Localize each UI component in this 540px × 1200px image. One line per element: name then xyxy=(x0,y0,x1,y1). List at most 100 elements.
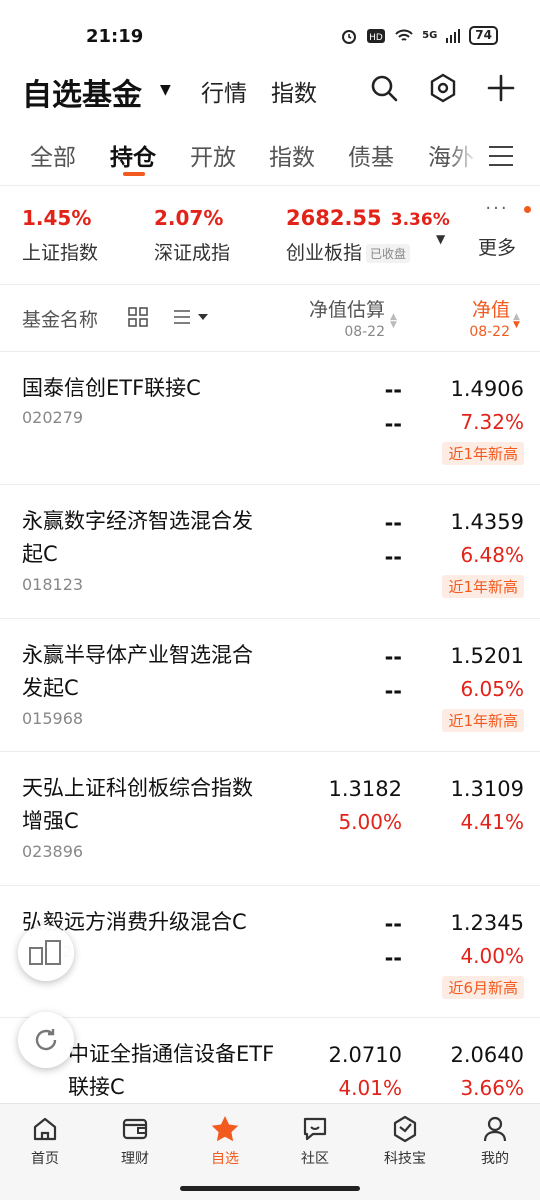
fund-row[interactable]: 弘毅远方消费升级混合C 2 -- -- 1.2345 4.00% 近6月新高 xyxy=(0,886,540,1018)
wifi-icon xyxy=(395,29,413,41)
settings-hexagon-icon[interactable] xyxy=(425,70,461,106)
estimate-value: -- xyxy=(384,378,402,402)
market-closed-badge: 已收盘 xyxy=(366,244,411,263)
nav-change: 6.48% xyxy=(460,543,524,567)
nav-index[interactable]: 指数 xyxy=(271,74,317,108)
split-screen-icon xyxy=(29,940,61,965)
index-name: 上证指数 xyxy=(22,242,99,264)
nav-value: 1.2345 xyxy=(450,911,524,935)
split-screen-button[interactable] xyxy=(18,925,74,981)
column-estimate[interactable]: 净值估算 08-22 xyxy=(309,295,385,340)
signal-icon xyxy=(446,28,461,43)
bottom-nav-mine[interactable]: 我的 xyxy=(460,1114,530,1168)
index-shenzhen[interactable]: 2.07% 深证成指 xyxy=(154,206,230,265)
fund-code: 023896 xyxy=(22,842,84,861)
fund-code: 015968 xyxy=(22,709,84,728)
more-label: 更多 xyxy=(478,237,517,259)
estimate-change: -- xyxy=(384,545,402,569)
new-high-badge: 近1年新高 xyxy=(442,442,524,465)
nav-value: 1.5201 xyxy=(450,644,524,668)
network-label: 5G xyxy=(422,30,438,41)
nav-market[interactable]: 行情 xyxy=(201,74,247,108)
index-dropdown-icon[interactable]: ▼ xyxy=(436,232,445,246)
add-icon[interactable] xyxy=(483,70,519,106)
bottom-nav-finance[interactable]: 理财 xyxy=(100,1114,170,1168)
chat-icon xyxy=(300,1114,330,1144)
bottom-nav-tech[interactable]: 科技宝 xyxy=(370,1114,440,1168)
home-indicator xyxy=(180,1186,360,1191)
fund-code: 018123 xyxy=(22,575,84,594)
nav-change: 4.41% xyxy=(460,810,524,834)
active-tab-indicator xyxy=(123,172,145,176)
nav-change: 6.05% xyxy=(460,677,524,701)
index-name: 深证成指 xyxy=(154,242,231,264)
new-high-badge: 近1年新高 xyxy=(442,575,524,598)
index-shanghai[interactable]: 1.45% 上证指数 xyxy=(22,206,98,265)
app-header: 自选基金 ▼ 行情 指数 xyxy=(0,62,540,116)
estimate-value: -- xyxy=(384,912,402,936)
refresh-icon xyxy=(35,1029,57,1051)
nav-value: 1.4359 xyxy=(450,510,524,534)
estimate-change: 5.00% xyxy=(338,810,402,834)
grid-view-icon[interactable] xyxy=(128,307,148,327)
fund-row[interactable]: 永赢半导体产业智选混合发起C 015968 -- -- 1.5201 6.05%… xyxy=(0,619,540,752)
estimate-value: -- xyxy=(384,511,402,535)
bottom-nav-watchlist[interactable]: 自选 xyxy=(190,1114,260,1168)
fund-tabs: 全部 持仓 开放 指数 债基 海外 xyxy=(0,132,540,178)
battery-level: 74 xyxy=(469,26,498,45)
more-button[interactable]: ··· 更多 xyxy=(478,198,531,260)
index-change: 3.36% xyxy=(390,210,450,230)
alarm-icon xyxy=(342,29,357,44)
tab-holdings[interactable]: 持仓 xyxy=(110,138,156,172)
fund-name: 永赢数字经济智选混合发起C xyxy=(22,509,253,566)
fund-name: 中证全指通信设备ETF联接C xyxy=(68,1042,275,1099)
nav-value: 1.4906 xyxy=(450,377,524,401)
estimate-change: -- xyxy=(384,679,402,703)
estimate-sort-icon[interactable]: ▲ ▼ xyxy=(390,313,397,330)
tab-index[interactable]: 指数 xyxy=(269,138,315,172)
status-time: 21:19 xyxy=(86,26,144,47)
bottom-nav-home[interactable]: 首页 xyxy=(10,1114,80,1168)
index-change: 2.07% xyxy=(154,206,224,230)
star-icon xyxy=(210,1114,240,1144)
fund-row[interactable]: 中证全指通信设备ETF联接C 2.0710 4.01% 2.0640 3.66% xyxy=(0,1018,540,1108)
title-dropdown-icon[interactable]: ▼ xyxy=(160,82,171,98)
index-summary: 1.45% 上证指数 2.07% 深证成指 2682.55 3.36% 创业板指… xyxy=(0,198,540,274)
wallet-icon xyxy=(120,1114,150,1144)
tab-bond[interactable]: 债基 xyxy=(348,138,394,172)
fund-row[interactable]: 国泰信创ETF联接C 020279 -- -- 1.4906 7.32% 近1年… xyxy=(0,352,540,485)
bottom-nav-community[interactable]: 社区 xyxy=(280,1114,350,1168)
search-icon[interactable] xyxy=(366,70,402,106)
estimate-change: -- xyxy=(384,946,402,970)
fund-row[interactable]: 永赢数字经济智选混合发起C 018123 -- -- 1.4359 6.48% … xyxy=(0,485,540,619)
nav-sort-icon[interactable]: ▲ ▼ xyxy=(513,313,520,330)
estimate-change: 4.01% xyxy=(338,1076,402,1100)
svg-text:HD: HD xyxy=(369,33,383,43)
fund-row[interactable]: 天弘上证科创板综合指数增强C 023896 1.3182 5.00% 1.310… xyxy=(0,752,540,886)
refresh-button[interactable] xyxy=(18,1012,74,1068)
tabs-menu-icon[interactable] xyxy=(489,146,513,166)
column-fund-name: 基金名称 xyxy=(22,309,99,331)
person-icon xyxy=(480,1114,510,1144)
home-icon xyxy=(30,1114,60,1144)
nav-value: 1.3109 xyxy=(450,777,524,801)
fund-name: 天弘上证科创板综合指数增强C xyxy=(22,776,253,833)
hd-icon: HD xyxy=(367,28,386,43)
nav-change: 4.00% xyxy=(460,944,524,968)
index-chinext[interactable]: 2682.55 3.36% 创业板指 已收盘 xyxy=(286,206,450,265)
list-header: 基金名称 净值估算 08-22 ▲ ▼ 净值 08-22 ▲ ▼ xyxy=(0,285,540,351)
nav-change: 3.66% xyxy=(460,1076,524,1100)
new-high-badge: 近6月新高 xyxy=(442,976,524,999)
status-bar: 21:19 HD 5G 74 xyxy=(0,0,540,70)
estimate-change: -- xyxy=(384,412,402,436)
index-value: 2682.55 xyxy=(286,206,382,230)
tab-open[interactable]: 开放 xyxy=(190,138,236,172)
new-high-badge: 近1年新高 xyxy=(442,709,524,732)
estimate-value: 2.0710 xyxy=(328,1043,402,1067)
column-nav[interactable]: 净值 08-22 xyxy=(469,295,510,340)
nav-value: 2.0640 xyxy=(450,1043,524,1067)
page-title[interactable]: 自选基金 xyxy=(22,70,142,114)
tab-all[interactable]: 全部 xyxy=(30,138,76,172)
list-view-icon[interactable] xyxy=(173,309,209,325)
estimate-value: -- xyxy=(384,645,402,669)
